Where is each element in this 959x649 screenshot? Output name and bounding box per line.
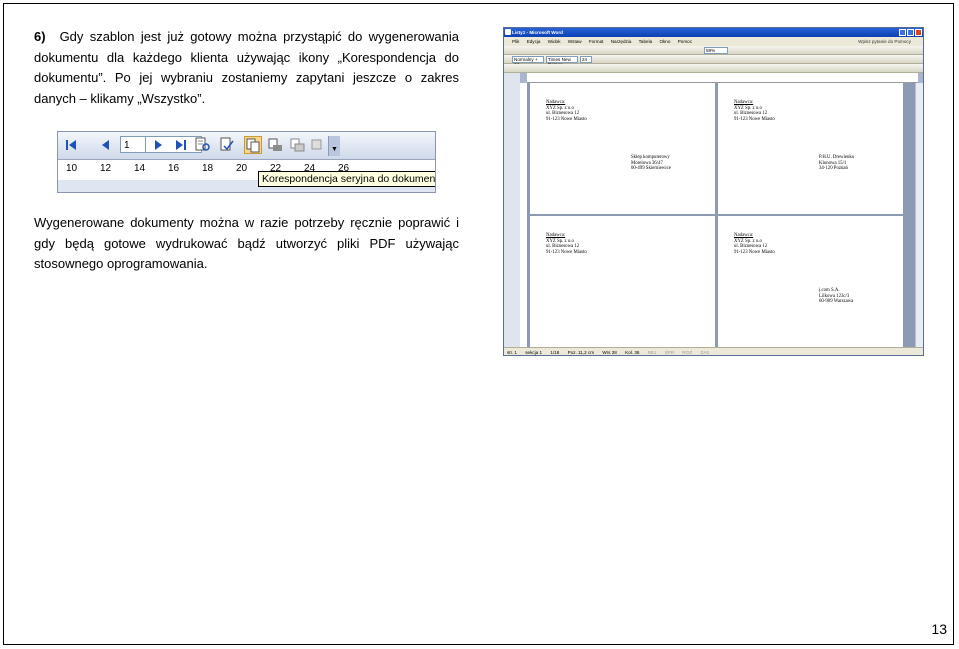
recipient-line: Sklep komputerowy xyxy=(631,155,670,160)
menu-item[interactable]: Widok xyxy=(548,39,561,44)
sender-line: 91-123 Nowe Miasto xyxy=(734,116,775,122)
merge-to-email-icon[interactable] xyxy=(288,136,306,154)
menu-item[interactable]: Tabela xyxy=(639,39,653,44)
instruction-text: Gdy szablon jest już gotowy można przyst… xyxy=(34,29,459,106)
envelope-label: Nadawca: XYZ Sp. z o.o ul. Biznesowa 12 … xyxy=(530,83,715,214)
last-record-icon[interactable] xyxy=(172,136,190,154)
tooltip: Korespondencja seryjna do dokumentu xyxy=(258,171,435,187)
sender-block: Nadawca: XYZ Sp. z o.o ul. Biznesowa 12 … xyxy=(734,100,775,122)
minimize-icon[interactable] xyxy=(899,29,906,36)
step-number: 6) xyxy=(34,29,46,44)
word-horizontal-ruler xyxy=(527,73,918,83)
recipient-block: j.com S.A. Lilkowa 123c/3 60-909 Warszaw… xyxy=(819,288,853,305)
check-errors-icon[interactable] xyxy=(218,136,236,154)
status-item: str. 1 xyxy=(507,350,517,355)
font-size-combo[interactable]: 24 xyxy=(580,56,592,63)
status-item: ZAS xyxy=(700,350,710,355)
maximize-icon[interactable] xyxy=(907,29,914,36)
ruler-tick: 20 xyxy=(236,163,248,174)
next-record-icon[interactable] xyxy=(150,136,168,154)
ruler-tick: 14 xyxy=(134,163,146,174)
font-combo[interactable]: Times New Roman xyxy=(546,56,578,67)
recipient-block: P.H.U. Drewienko Klonowa 15/1 34-120 Poz… xyxy=(819,155,854,172)
envelope-label: Nadawca: XYZ Sp. z o.o ul. Biznesowa 12 … xyxy=(718,216,903,347)
sender-block: Nadawca: XYZ Sp. z o.o ul. Biznesowa 12 … xyxy=(734,233,775,255)
status-item: Poz. 11,2 cm xyxy=(567,350,595,355)
recipient-line: 00-499 Skierniewice xyxy=(631,166,671,172)
window-title-bar: Listy1 - Microsoft Word xyxy=(504,28,923,37)
mail-merge-toolbar-small xyxy=(504,64,923,73)
sender-block: Nadawca: XYZ Sp. z o.o ul. Biznesowa 12 … xyxy=(546,100,587,122)
envelope-label: Nadawca: XYZ Sp. z o.o ul. Biznesowa 12 … xyxy=(530,216,715,347)
merge-to-new-document-icon[interactable] xyxy=(244,136,262,154)
find-entry-icon[interactable] xyxy=(194,136,212,154)
mail-merge-toolbar-screenshot: 1 ▼ 10 12 14 16 18 20 22 24 26 Korespond… xyxy=(57,131,436,193)
sender-line: 91-123 Nowe Miasto xyxy=(546,116,587,122)
page-number: 13 xyxy=(931,621,947,637)
vertical-scrollbar[interactable] xyxy=(915,83,923,347)
window-title: Listy1 - Microsoft Word xyxy=(512,30,563,35)
status-item: ŚPR xyxy=(664,350,675,355)
merge-options-icon[interactable] xyxy=(308,136,326,154)
result-paragraph: Wygenerowane dokumenty można w razie pot… xyxy=(34,215,459,271)
sender-block: Nadawca: XYZ Sp. z o.o ul. Biznesowa 12 … xyxy=(546,233,587,255)
word-vertical-ruler xyxy=(520,83,527,355)
status-item: Wrs 28 xyxy=(602,350,617,355)
word-app-icon xyxy=(505,29,511,35)
ruler-tick: 16 xyxy=(168,163,180,174)
document-area[interactable]: Nadawca: XYZ Sp. z o.o ul. Biznesowa 12 … xyxy=(527,83,918,347)
toolbar-options-chevron-icon[interactable]: ▼ xyxy=(328,136,340,156)
status-item: Kol. 36 xyxy=(625,350,640,355)
sender-line: 91-123 Nowe Miasto xyxy=(734,249,775,255)
recipient-line: 34-120 Poznań xyxy=(819,166,848,172)
previous-record-icon[interactable] xyxy=(96,136,114,154)
help-question-box[interactable]: Wpisz pytanie do Pomocy xyxy=(858,37,911,46)
status-item: 1/18 xyxy=(550,350,560,355)
merge-to-printer-icon[interactable] xyxy=(266,136,284,154)
ruler-tick: 18 xyxy=(202,163,214,174)
status-item: REJ xyxy=(647,350,657,355)
menu-item[interactable]: Plik xyxy=(512,39,519,44)
menu-item[interactable]: Format xyxy=(589,39,604,44)
left-margin-bar xyxy=(504,73,520,348)
record-number-field[interactable]: 1 xyxy=(120,136,146,153)
status-bar: str. 1 sekcja 1 1/18 Poz. 11,2 cm Wrs 28… xyxy=(504,347,923,355)
menu-item[interactable]: Pomoc xyxy=(678,39,692,44)
menu-item[interactable]: Okno xyxy=(659,39,670,44)
menu-item[interactable]: Wstaw xyxy=(568,39,582,44)
sender-line: 91-123 Nowe Miasto xyxy=(546,249,587,255)
style-combo[interactable]: Normalny + 24 xyxy=(512,56,544,67)
word-window-screenshot: Listy1 - Microsoft Word Plik Edycja Wido… xyxy=(503,27,924,356)
first-record-icon[interactable] xyxy=(62,136,80,154)
formatting-toolbar: Normalny + 24 Times New Roman 24 xyxy=(504,55,923,67)
recipient-block: Sklep komputerowy Morelowa 36/47 00-499 … xyxy=(631,155,671,172)
recipient-line: 60-909 Warszawa xyxy=(819,299,854,305)
standard-toolbar: 59% xyxy=(504,46,923,55)
close-icon[interactable] xyxy=(915,29,922,36)
mail-merge-toolbar: 1 ▼ xyxy=(58,132,435,160)
menu-item[interactable]: Edycja xyxy=(527,39,541,44)
ruler-tick: 12 xyxy=(100,163,112,174)
recipient-line: P.H.U. Drewienko xyxy=(819,155,855,160)
envelope-label: Nadawca: XYZ Sp. z o.o ul. Biznesowa 12 … xyxy=(718,83,903,214)
status-item: ROZ xyxy=(682,350,693,355)
ruler-tick: 10 xyxy=(66,163,78,174)
status-item: sekcja 1 xyxy=(525,350,543,355)
instruction-paragraph: 6) Gdy szablon jest już gotowy można przy… xyxy=(34,27,459,109)
menu-item[interactable]: Narzędzia xyxy=(611,39,632,44)
zoom-combo[interactable]: 59% xyxy=(704,47,728,54)
